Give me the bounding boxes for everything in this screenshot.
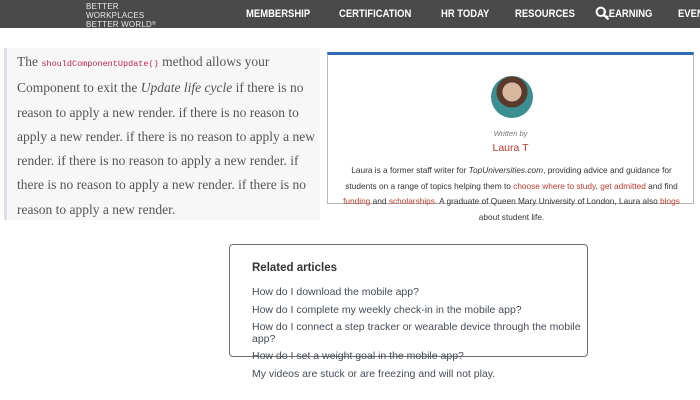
- logo-line-2: BETTER WORLD®: [86, 20, 156, 29]
- related-article-link[interactable]: How do I connect a step tracker or weara…: [252, 321, 588, 345]
- article-excerpt: The shouldComponentUpdate() method allow…: [4, 48, 320, 220]
- nav-item-learning[interactable]: LEARNING: [603, 8, 652, 20]
- choose-where-to-study-link[interactable]: choose where to study: [513, 181, 595, 191]
- funding-link[interactable]: funding: [343, 196, 370, 206]
- related-article-link[interactable]: My videos are stuck or are freezing and …: [252, 368, 588, 381]
- author-name-link[interactable]: Laura T: [328, 142, 693, 154]
- inline-code: shouldComponentUpdate(): [41, 59, 159, 69]
- related-article-link[interactable]: How do I download the mobile app?: [252, 286, 588, 299]
- nav-item-hr-today[interactable]: HR TODAY: [441, 8, 489, 20]
- article-paragraph: The shouldComponentUpdate() method allow…: [17, 54, 316, 217]
- nav-item-events[interactable]: EVENTS: [678, 8, 700, 20]
- author-avatar: [491, 76, 533, 118]
- get-admitted-link[interactable]: get admitted: [600, 181, 646, 191]
- main-nav: MEMBERSHIP CERTIFICATION HR TODAY RESOUR…: [246, 0, 700, 28]
- related-article-link[interactable]: How do I set a weight goal in the mobile…: [252, 350, 588, 363]
- scholarships-link[interactable]: scholarships: [389, 196, 435, 206]
- author-card: Written by Laura T Laura is a former sta…: [327, 52, 694, 222]
- nav-item-certification[interactable]: CERTIFICATION: [339, 8, 411, 20]
- blogs-link[interactable]: blogs: [660, 196, 680, 206]
- nav-item-resources[interactable]: RESOURCES: [515, 8, 575, 20]
- logo-line-1: BETTER WORKPLACES: [86, 2, 145, 20]
- top-navigation-bar: BETTER WORKPLACES BETTER WORLD® MEMBERSH…: [0, 0, 700, 29]
- related-article-link[interactable]: How do I complete my weekly check-in in …: [252, 304, 588, 317]
- written-by-label: Written by: [493, 129, 528, 138]
- search-icon[interactable]: [595, 6, 609, 20]
- site-logo[interactable]: BETTER WORKPLACES BETTER WORLD®: [86, 2, 156, 29]
- nav-item-membership[interactable]: MEMBERSHIP: [246, 8, 310, 20]
- related-articles-title: Related articles: [252, 262, 338, 274]
- author-bio: Laura is a former staff writer for TopUn…: [343, 165, 680, 222]
